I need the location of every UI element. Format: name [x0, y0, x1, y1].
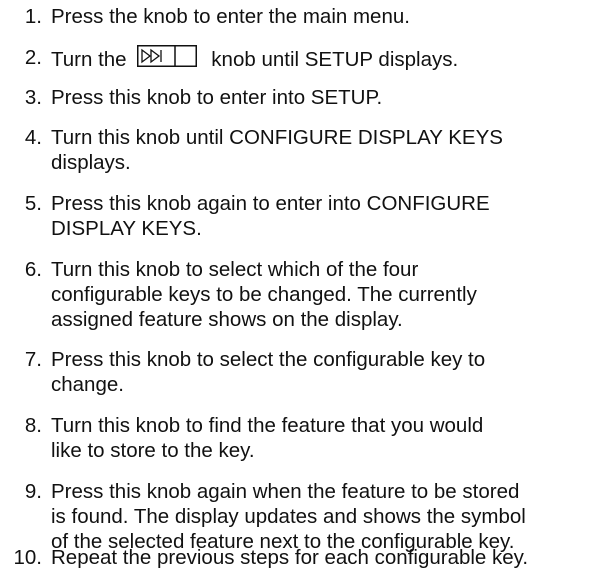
step-line-suffix: knob until SETUP displays.: [211, 48, 459, 71]
step-text: Turn this knob to find the feature that …: [51, 413, 613, 463]
step-number: 9.: [24, 480, 42, 503]
step-number: 8.: [24, 414, 42, 437]
step-line: Repeat the previous steps for each confi…: [51, 546, 529, 569]
step-line: Press this knob to select the configurab…: [51, 348, 486, 371]
step-line: displays.: [51, 151, 131, 174]
step-text: Press this knob again when the feature t…: [51, 479, 613, 554]
step-line: Press this knob again to enter into CONF…: [51, 192, 490, 215]
instruction-list: 1. Press the knob to enter the main menu…: [0, 0, 613, 569]
step-text: Press the knob to enter the main menu.: [51, 4, 613, 29]
step-knob-icon: [137, 45, 198, 67]
step-line: like to store to the key.: [51, 439, 255, 462]
step-number: 4.: [24, 126, 42, 149]
step-line: Press this knob to enter into SETUP.: [51, 86, 383, 109]
step-line: DISPLAY KEYS.: [51, 217, 202, 240]
step-line-prefix: Turn the: [51, 48, 127, 71]
step-text: Press this knob again to enter into CONF…: [51, 191, 613, 241]
step-number: 5.: [24, 192, 42, 215]
step-text: Repeat the previous steps for each confi…: [51, 545, 613, 570]
step-number: 7.: [24, 348, 42, 371]
step-text: Turn the knob until SETUP displays.: [51, 45, 613, 72]
step-line: Turn this knob until CONFIGURE DISPLAY K…: [51, 126, 503, 149]
step-line: assigned feature shows on the display.: [51, 308, 403, 331]
step-number: 3.: [24, 86, 42, 109]
step-line: Press the knob to enter the main menu.: [51, 5, 410, 28]
step-line: change.: [51, 373, 124, 396]
step-number: 6.: [24, 258, 42, 281]
step-number: 2.: [24, 46, 42, 69]
step-line: Turn this knob to select which of the fo…: [51, 258, 419, 281]
step-number: 1.: [24, 5, 42, 28]
step-line: configurable keys to be changed. The cur…: [51, 283, 477, 306]
step-line: Turn this knob to find the feature that …: [51, 414, 484, 437]
step-number: 10.: [13, 546, 43, 569]
step-text: Turn this knob until CONFIGURE DISPLAY K…: [51, 125, 613, 175]
step-line: is found. The display updates and shows …: [51, 505, 526, 528]
step-text: Turn this knob to select which of the fo…: [51, 257, 613, 332]
step-text: Press this knob to enter into SETUP.: [51, 85, 613, 110]
step-text: Press this knob to select the configurab…: [51, 347, 613, 397]
step-line: Press this knob again when the feature t…: [51, 480, 520, 503]
